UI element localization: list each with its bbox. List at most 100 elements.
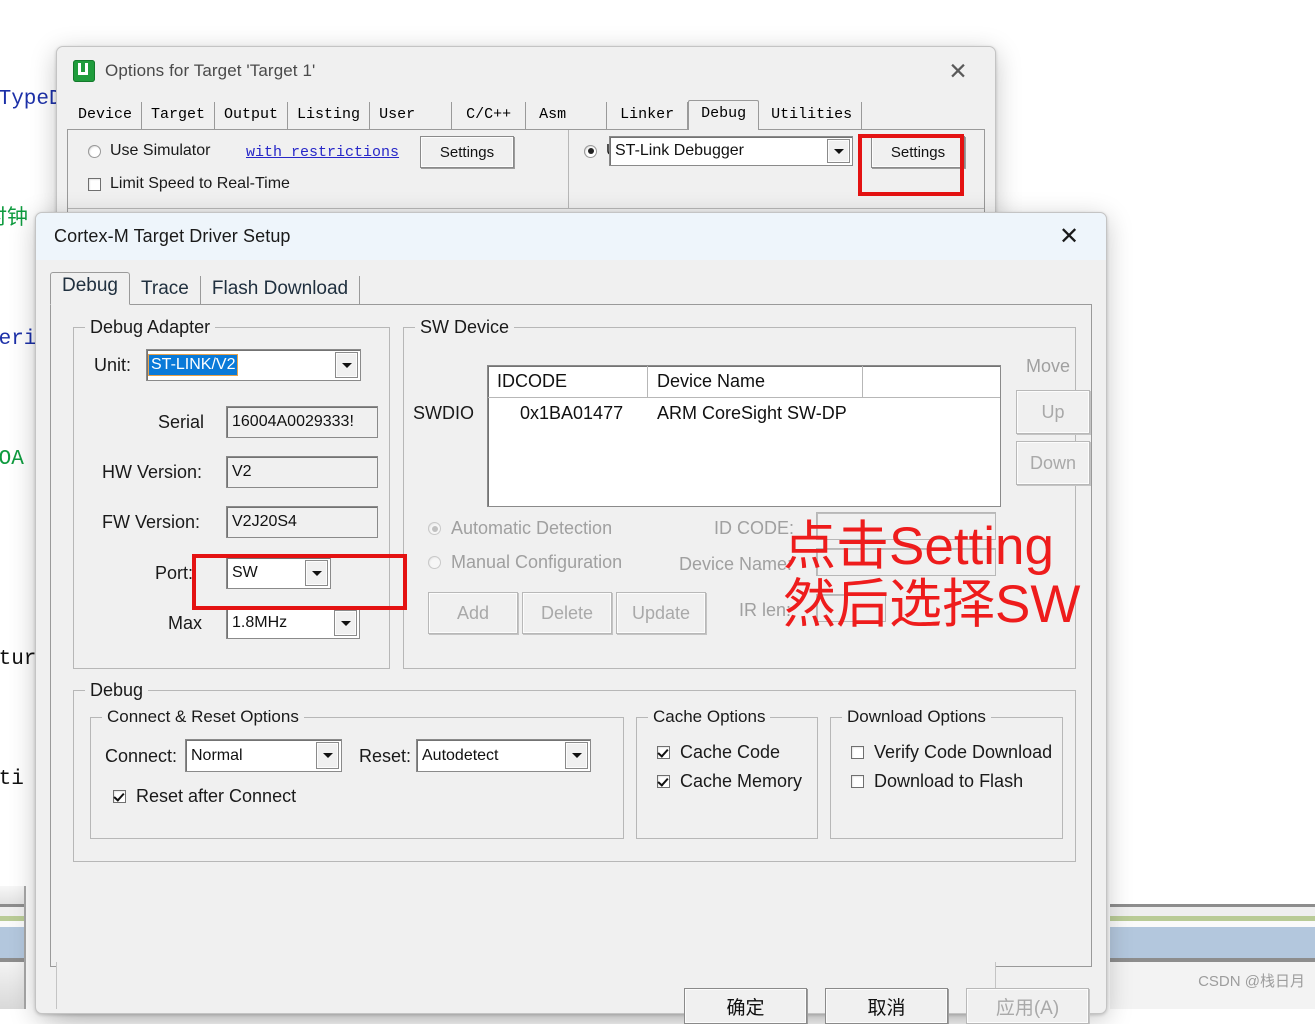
- use-simulator-row[interactable]: Use Simulator: [88, 142, 210, 160]
- download-options-title: Download Options: [842, 707, 991, 727]
- connect-combo[interactable]: Normal: [185, 739, 342, 772]
- target-settings-button[interactable]: Settings: [871, 136, 965, 168]
- with-restrictions-link[interactable]: with restrictions: [246, 144, 399, 161]
- tab-asm[interactable]: Asm: [526, 102, 608, 129]
- column-header-extra: [863, 366, 1000, 397]
- debugger-combo-value: ST-Link Debugger: [615, 142, 744, 159]
- tab-user[interactable]: User: [370, 102, 453, 129]
- cortex-dialog-title: Cortex-M Target Driver Setup: [54, 226, 291, 246]
- automatic-detection-row[interactable]: Automatic Detection: [428, 518, 612, 539]
- verify-code-download-checkbox[interactable]: [851, 746, 864, 759]
- connect-reset-options-title: Connect & Reset Options: [102, 707, 304, 727]
- options-pane-hrule: [68, 208, 984, 209]
- sw-device-group-title: SW Device: [415, 317, 515, 338]
- close-icon[interactable]: ✕: [935, 56, 981, 86]
- max-clock-value: 1.8MHz: [232, 614, 288, 631]
- cell-device-name: ARM CoreSight SW-DP: [657, 402, 847, 423]
- delete-button[interactable]: Delete: [522, 592, 612, 634]
- automatic-detection-radio[interactable]: [428, 522, 441, 535]
- automatic-detection-label: Automatic Detection: [451, 518, 613, 538]
- debug-adapter-group-title: Debug Adapter: [85, 317, 216, 338]
- simulator-settings-button[interactable]: Settings: [420, 136, 514, 168]
- tab-listing[interactable]: Listing: [288, 102, 371, 129]
- chevron-down-icon[interactable]: [334, 610, 357, 636]
- debug-group: Debug Connect & Reset Options Connect: N…: [73, 680, 1076, 862]
- hw-version-field: V2: [226, 456, 378, 488]
- connect-combo-value: Normal: [191, 746, 243, 764]
- reset-label: Reset:: [359, 746, 412, 766]
- table-row[interactable]: 0x1BA01477 ARM CoreSight SW-DP: [488, 398, 1000, 428]
- manual-configuration-radio[interactable]: [428, 556, 441, 569]
- fw-version-value: V2J20S4: [232, 513, 297, 530]
- tab-flash-download[interactable]: Flash Download: [201, 276, 361, 304]
- cache-memory-checkbox[interactable]: [657, 775, 670, 788]
- move-label: Move: [1026, 356, 1071, 376]
- id-code-label: ID CODE:: [714, 518, 795, 538]
- download-options-group: Download Options Verify Code Download Do…: [830, 707, 1063, 839]
- options-dialog-title: Options for Target 'Target 1': [105, 61, 316, 80]
- chevron-down-icon[interactable]: [565, 742, 588, 769]
- verify-code-download-label: Verify Code Download: [874, 742, 1053, 762]
- chevron-down-icon[interactable]: [335, 352, 358, 378]
- use-debugger-radio[interactable]: [584, 144, 597, 158]
- tab-trace[interactable]: Trace: [130, 276, 201, 304]
- csdn-watermark: CSDN @栈日月: [1198, 973, 1305, 990]
- connect-label: Connect:: [105, 746, 178, 766]
- move-up-button[interactable]: Up: [1016, 390, 1090, 434]
- tab-debug[interactable]: Debug: [688, 100, 760, 130]
- cancel-button[interactable]: 取消: [825, 988, 948, 1024]
- cortex-tabstrip: Debug Trace Flash Download: [50, 272, 1106, 305]
- reset-after-connect-label: Reset after Connect: [136, 786, 297, 806]
- debug-adapter-group: Debug Adapter Unit: ST-LINK/V2 Serial 16…: [73, 317, 390, 669]
- cache-code-row[interactable]: Cache Code: [657, 742, 780, 763]
- close-icon[interactable]: ✕: [1046, 222, 1092, 252]
- reset-after-connect-checkbox[interactable]: [113, 790, 126, 803]
- limit-speed-checkbox[interactable]: [88, 177, 101, 191]
- port-combo[interactable]: SW: [226, 557, 331, 589]
- fw-version-field: V2J20S4: [226, 506, 378, 538]
- serial-field: 16004A0029333!: [226, 406, 378, 438]
- use-simulator-radio[interactable]: [88, 144, 101, 158]
- tab-utilities[interactable]: Utilities: [759, 102, 863, 129]
- reset-combo[interactable]: Autodetect: [416, 739, 591, 772]
- chevron-down-icon[interactable]: [827, 139, 850, 163]
- limit-speed-row[interactable]: Limit Speed to Real-Time: [88, 175, 290, 193]
- tab-target[interactable]: Target: [142, 102, 216, 129]
- hw-version-label: HW Version:: [102, 462, 203, 482]
- debugger-combo[interactable]: ST-Link Debugger: [609, 136, 853, 166]
- ok-button[interactable]: 确定: [684, 988, 807, 1024]
- use-simulator-label: Use Simulator: [110, 142, 211, 159]
- add-button[interactable]: Add: [428, 592, 518, 634]
- unit-combo-value: ST-LINK/V2: [147, 354, 239, 376]
- device-name-label: Device Name:: [679, 554, 793, 574]
- tab-debug[interactable]: Debug: [50, 272, 130, 305]
- tab-device[interactable]: Device: [69, 102, 143, 129]
- cache-memory-row[interactable]: Cache Memory: [657, 771, 802, 792]
- update-button[interactable]: Update: [616, 592, 706, 634]
- tab-output[interactable]: Output: [215, 102, 289, 129]
- fw-version-label: FW Version:: [102, 512, 201, 532]
- max-label: Max: [168, 613, 203, 633]
- annotation-line-1: 点击Setting: [783, 517, 1055, 576]
- chevron-down-icon[interactable]: [316, 742, 339, 769]
- tab-linker[interactable]: Linker: [607, 102, 689, 129]
- download-to-flash-checkbox[interactable]: [851, 775, 864, 788]
- move-down-button[interactable]: Down: [1016, 441, 1090, 485]
- verify-code-download-row[interactable]: Verify Code Download: [851, 742, 1052, 763]
- tab-cpp[interactable]: C/C++: [452, 102, 527, 129]
- reset-after-connect-row[interactable]: Reset after Connect: [113, 786, 296, 807]
- sw-device-table[interactable]: IDCODE Device Name 0x1BA01477 ARM CoreSi…: [487, 365, 1001, 507]
- cache-code-checkbox[interactable]: [657, 746, 670, 759]
- download-to-flash-row[interactable]: Download to Flash: [851, 771, 1023, 792]
- apply-button[interactable]: 应用(A): [966, 988, 1089, 1024]
- chevron-down-icon[interactable]: [305, 560, 328, 586]
- unit-combo[interactable]: ST-LINK/V2: [146, 349, 361, 381]
- background-window-right-top: [1096, 0, 1315, 890]
- max-clock-combo[interactable]: 1.8MHz: [226, 607, 360, 639]
- cache-code-label: Cache Code: [680, 742, 781, 762]
- manual-configuration-row[interactable]: Manual Configuration: [428, 552, 622, 573]
- annotation-line-2: 然后选择SW: [783, 575, 1081, 634]
- manual-configuration-label: Manual Configuration: [451, 552, 623, 572]
- serial-value: 16004A0029333!: [232, 413, 354, 430]
- hw-version-value: V2: [232, 463, 252, 480]
